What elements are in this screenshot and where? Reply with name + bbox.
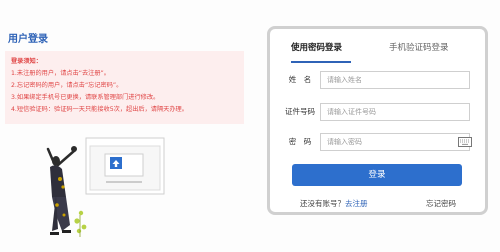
id-number-input[interactable] <box>320 103 470 121</box>
forgot-password-link[interactable]: 忘记密码 <box>426 198 456 209</box>
login-illustration <box>46 137 165 237</box>
person-figure <box>46 146 77 235</box>
id-row: 证件号码 <box>280 103 476 121</box>
tab-sms-login[interactable]: 手机验证码登录 <box>389 41 449 53</box>
name-row: 姓 名 <box>280 71 476 89</box>
register-link[interactable]: 去注册 <box>345 199 368 208</box>
tab-password-login[interactable]: 使用密码登录 <box>291 41 342 53</box>
notice-title: 登录须知： <box>11 58 42 65</box>
page-title: 用户登录 <box>8 34 48 45</box>
name-label: 姓 名 <box>288 75 312 84</box>
browser-window-graphic <box>85 137 165 195</box>
password-label: 密 码 <box>288 137 312 146</box>
login-tabs: 使用密码登录 手机验证码登录 <box>270 41 485 63</box>
plant-decoration <box>74 210 87 237</box>
notice-line-3: 3.如果绑定手机号已更换，请联系管理部门进行修改。 <box>11 94 160 101</box>
id-label: 证件号码 <box>285 107 315 116</box>
notice-line-2: 2.忘记密码的用户，请点击“忘记密码”。 <box>11 82 123 89</box>
register-prompt: 还没有账号？去注册 <box>300 198 368 209</box>
name-input[interactable] <box>320 71 470 89</box>
active-tab-indicator <box>291 61 351 63</box>
keyboard-icon[interactable] <box>458 137 472 147</box>
login-button[interactable]: 登录 <box>292 164 462 186</box>
notice-line-4: 4.短信验证码：验证码一天只能接收5次，超出后，请隔天办理。 <box>11 106 188 113</box>
no-account-text: 还没有账号？ <box>300 199 345 208</box>
login-card: 使用密码登录 手机验证码登录 姓 名 证件号码 密 码 登录 还没有账号？去注册… <box>267 26 488 215</box>
password-row: 密 码 <box>280 133 476 151</box>
upload-arrow-icon <box>110 157 122 169</box>
notice-line-1: 1.未注册的用户，请点击“去注册”。 <box>11 70 110 77</box>
password-input[interactable] <box>320 133 470 151</box>
login-notice: 登录须知： 1.未注册的用户，请点击“去注册”。 2.忘记密码的用户，请点击“忘… <box>5 51 244 124</box>
